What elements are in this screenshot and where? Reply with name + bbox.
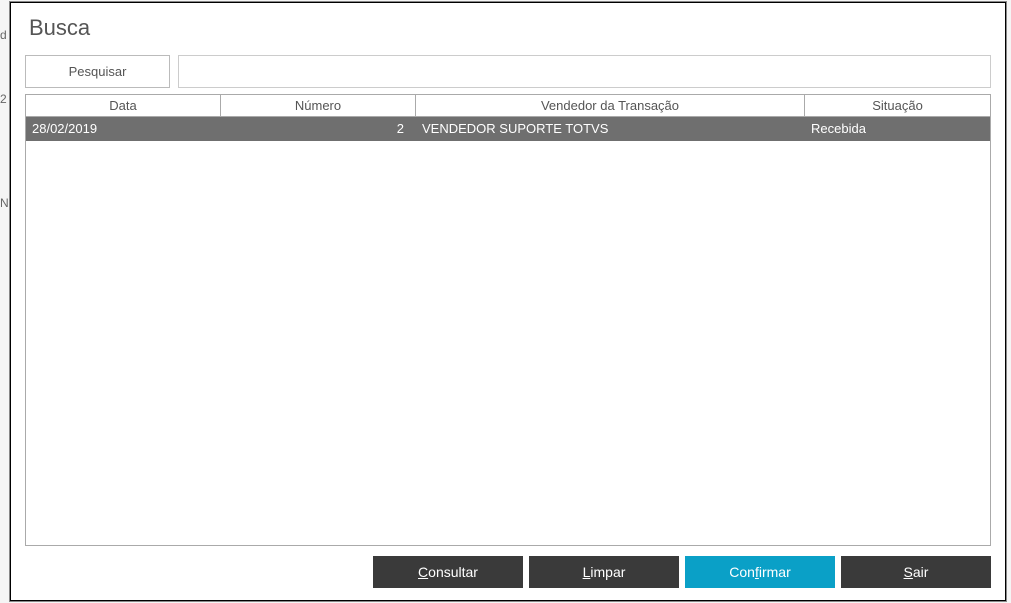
sair-accel: S xyxy=(904,564,913,580)
col-header-data[interactable]: Data xyxy=(26,95,221,116)
consultar-post: onsultar xyxy=(428,564,478,580)
col-header-vendedor[interactable]: Vendedor da Transação xyxy=(416,95,805,116)
sair-button[interactable]: Sair xyxy=(841,556,991,588)
cell-situacao: Recebida xyxy=(805,117,990,141)
confirmar-button[interactable]: Confirmar xyxy=(685,556,835,588)
limpar-post: impar xyxy=(590,564,625,580)
col-header-numero[interactable]: Número xyxy=(221,95,416,116)
search-row: Pesquisar xyxy=(25,55,991,88)
cell-data: 28/02/2019 xyxy=(26,117,221,141)
consultar-button[interactable]: Consultar xyxy=(373,556,523,588)
col-header-situacao[interactable]: Situação xyxy=(805,95,990,116)
modal-inner: Busca Pesquisar Data Número Vendedor da … xyxy=(11,3,1005,600)
table-row[interactable]: 28/02/2019 2 VENDEDOR SUPORTE TOTVS Rece… xyxy=(26,117,990,141)
sair-post: air xyxy=(913,564,929,580)
limpar-button[interactable]: Limpar xyxy=(529,556,679,588)
bg-hint: N xyxy=(0,196,9,210)
cell-vendedor: VENDEDOR SUPORTE TOTVS xyxy=(416,117,805,141)
search-button[interactable]: Pesquisar xyxy=(25,55,170,88)
confirmar-post: irmar xyxy=(759,564,791,580)
grid-body[interactable]: 28/02/2019 2 VENDEDOR SUPORTE TOTVS Rece… xyxy=(26,117,990,545)
consultar-accel: C xyxy=(418,564,428,580)
confirmar-pre: Con xyxy=(729,564,755,580)
footer-actions: Consultar Limpar Confirmar Sair xyxy=(25,546,991,594)
grid-header: Data Número Vendedor da Transação Situaç… xyxy=(26,95,990,117)
bg-hint: 2 xyxy=(0,92,7,106)
search-modal: Busca Pesquisar Data Número Vendedor da … xyxy=(10,2,1006,601)
page-title: Busca xyxy=(29,15,991,41)
cell-numero: 2 xyxy=(221,117,416,141)
results-grid: Data Número Vendedor da Transação Situaç… xyxy=(25,94,991,546)
bg-hint: d xyxy=(0,28,7,42)
search-input[interactable] xyxy=(178,55,991,88)
